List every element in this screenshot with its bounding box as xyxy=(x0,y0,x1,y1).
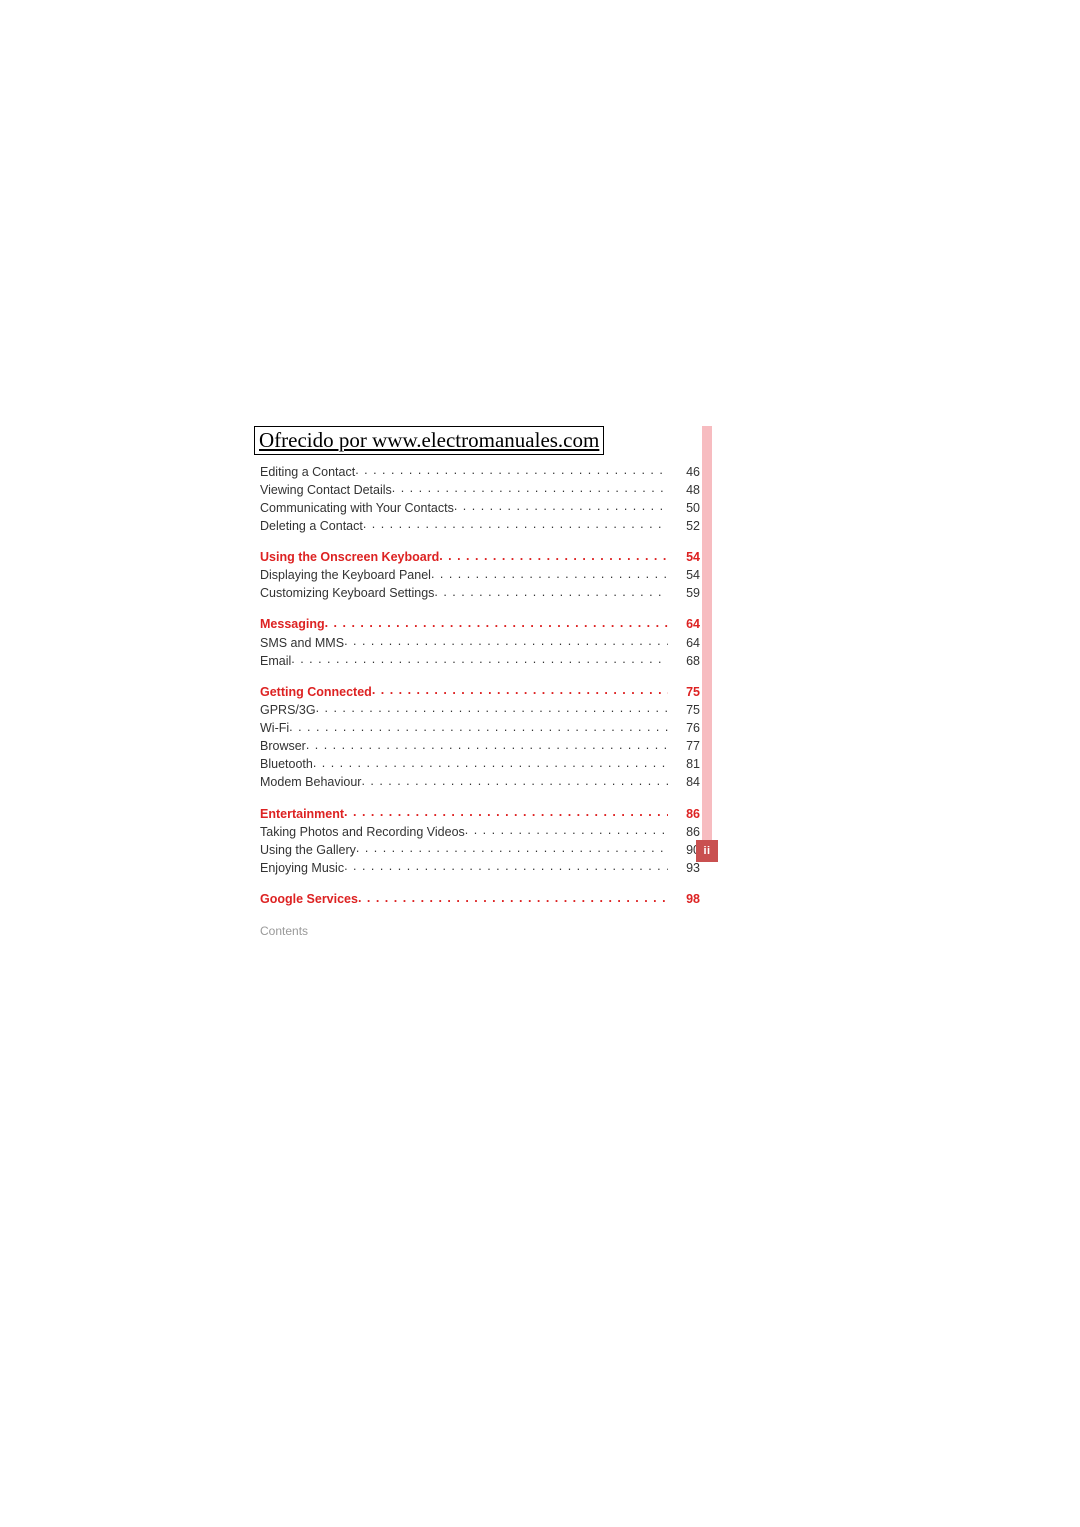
footer-label: Contents xyxy=(260,924,700,938)
toc-label: Modem Behaviour xyxy=(260,775,361,791)
toc-page-number: 54 xyxy=(668,568,700,584)
toc-item[interactable]: Browser 77 xyxy=(260,738,700,755)
toc-label: Taking Photos and Recording Videos xyxy=(260,825,465,841)
toc-item[interactable]: Viewing Contact Details 48 xyxy=(260,481,700,498)
toc-label: Using the Onscreen Keyboard xyxy=(260,550,439,566)
toc-item[interactable]: Modem Behaviour 84 xyxy=(260,774,700,791)
toc-label: Getting Connected xyxy=(260,685,372,701)
toc-leader-dots xyxy=(356,841,668,854)
toc-item[interactable]: Bluetooth 81 xyxy=(260,756,700,773)
toc-item[interactable]: Taking Photos and Recording Videos 86 xyxy=(260,823,700,840)
toc-label: Communicating with Your Contacts xyxy=(260,501,454,517)
toc-leader-dots xyxy=(344,634,668,647)
toc-leader-dots xyxy=(344,805,668,818)
toc-label: Google Services xyxy=(260,892,358,908)
toc-page-number: 81 xyxy=(668,757,700,773)
toc-label: Entertainment xyxy=(260,807,344,823)
toc-leader-dots xyxy=(431,567,668,580)
toc-label: Deleting a Contact xyxy=(260,519,363,535)
table-of-contents: Editing a Contact46Viewing Contact Detai… xyxy=(260,463,700,908)
toc-label: Enjoying Music xyxy=(260,861,344,877)
toc-item[interactable]: Deleting a Contact 52 xyxy=(260,517,700,534)
toc-item[interactable]: Editing a Contact 46 xyxy=(260,463,700,480)
toc-page-number: 64 xyxy=(668,617,700,633)
toc-item[interactable]: Communicating with Your Contacts 50 xyxy=(260,499,700,516)
toc-item[interactable]: Displaying the Keyboard Panel 54 xyxy=(260,567,700,584)
toc-page-number: 52 xyxy=(668,519,700,535)
toc-leader-dots xyxy=(358,891,668,904)
toc-page-number: 46 xyxy=(668,465,700,481)
toc-page-number: 50 xyxy=(668,501,700,517)
toc-item[interactable]: SMS and MMS 64 xyxy=(260,634,700,651)
source-link[interactable]: Ofrecido por www.electromanuales.com xyxy=(254,426,604,455)
toc-chapter[interactable]: Using the Onscreen Keyboard 54 xyxy=(260,549,700,566)
toc-page-number: 86 xyxy=(668,807,700,823)
toc-item[interactable]: Customizing Keyboard Settings 59 xyxy=(260,585,700,602)
page-body: Ofrecido por www.electromanuales.com Edi… xyxy=(260,426,700,938)
toc-label: Email xyxy=(260,654,291,670)
toc-page-number: 64 xyxy=(668,636,700,652)
toc-leader-dots xyxy=(306,738,668,751)
toc-leader-dots xyxy=(465,823,668,836)
toc-leader-dots xyxy=(372,683,668,696)
toc-leader-dots xyxy=(344,859,668,872)
toc-leader-dots xyxy=(291,652,668,665)
toc-item[interactable]: Wi-Fi 76 xyxy=(260,720,700,737)
toc-chapter[interactable]: Google Services 98 xyxy=(260,891,700,908)
toc-page-number: 68 xyxy=(668,654,700,670)
toc-leader-dots xyxy=(439,549,668,562)
toc-leader-dots xyxy=(289,720,668,733)
toc-page-number: 59 xyxy=(668,586,700,602)
toc-page-number: 93 xyxy=(668,861,700,877)
toc-label: Customizing Keyboard Settings xyxy=(260,586,434,602)
toc-label: Messaging xyxy=(260,617,325,633)
toc-leader-dots xyxy=(316,701,668,714)
toc-page-number: 75 xyxy=(668,703,700,719)
toc-leader-dots xyxy=(361,774,668,787)
toc-label: Browser xyxy=(260,739,306,755)
toc-item[interactable]: GPRS/3G 75 xyxy=(260,701,700,718)
toc-page-number: 76 xyxy=(668,721,700,737)
toc-item[interactable]: Enjoying Music 93 xyxy=(260,859,700,876)
toc-page-number: 84 xyxy=(668,775,700,791)
toc-leader-dots xyxy=(313,756,668,769)
toc-label: Bluetooth xyxy=(260,757,313,773)
page-number-tab: ii xyxy=(696,840,718,862)
toc-item[interactable]: Using the Gallery90 xyxy=(260,841,700,858)
toc-label: SMS and MMS xyxy=(260,636,344,652)
toc-label: Viewing Contact Details xyxy=(260,483,392,499)
toc-item[interactable]: Email 68 xyxy=(260,652,700,669)
toc-leader-dots xyxy=(434,585,668,598)
toc-leader-dots xyxy=(454,499,668,512)
toc-leader-dots xyxy=(363,517,668,530)
toc-label: GPRS/3G xyxy=(260,703,316,719)
toc-page-number: 77 xyxy=(668,739,700,755)
toc-chapter[interactable]: Messaging 64 xyxy=(260,616,700,633)
toc-chapter[interactable]: Entertainment 86 xyxy=(260,805,700,822)
toc-leader-dots xyxy=(325,616,668,629)
toc-leader-dots xyxy=(392,481,668,494)
toc-page-number: 86 xyxy=(668,825,700,841)
toc-label: Editing a Contact xyxy=(260,465,355,481)
toc-page-number: 48 xyxy=(668,483,700,499)
side-stripe xyxy=(702,426,712,862)
toc-page-number: 98 xyxy=(668,892,700,908)
toc-label: Wi-Fi xyxy=(260,721,289,737)
toc-page-number: 75 xyxy=(668,685,700,701)
toc-chapter[interactable]: Getting Connected 75 xyxy=(260,683,700,700)
toc-leader-dots xyxy=(355,463,668,476)
toc-page-number: 54 xyxy=(668,550,700,566)
toc-label: Using the Gallery xyxy=(260,843,356,859)
toc-label: Displaying the Keyboard Panel xyxy=(260,568,431,584)
